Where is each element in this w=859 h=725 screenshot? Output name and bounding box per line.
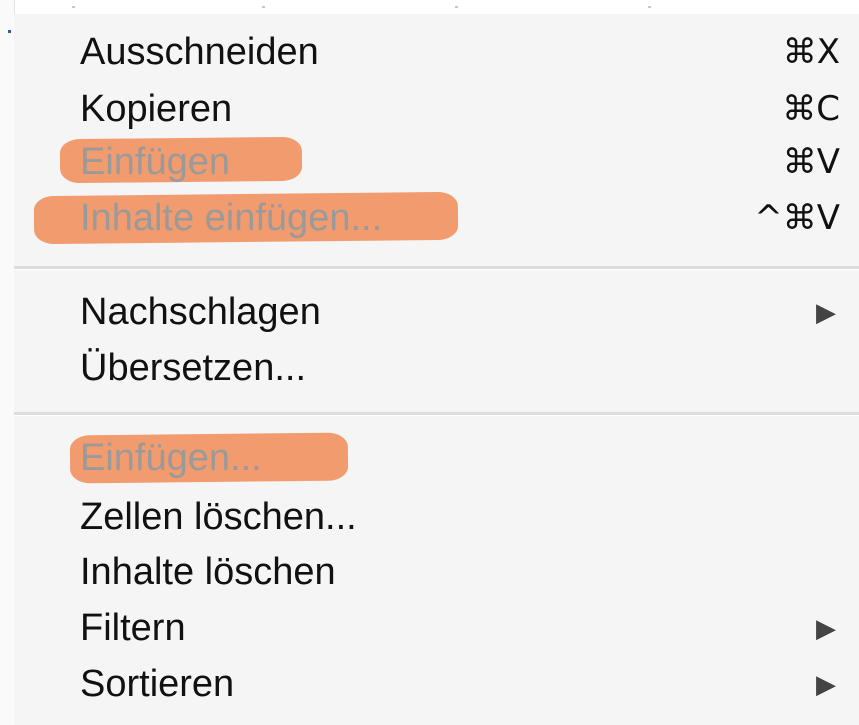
menu-item-label: Sortieren bbox=[80, 663, 235, 705]
menu-item-einfuegen-dialog[interactable]: Einfügen... bbox=[80, 430, 840, 486]
menu-item-inhalte-einfuegen[interactable]: Inhalte einfügen... ^⌘V bbox=[80, 190, 840, 246]
column-divider bbox=[648, 6, 651, 8]
spreadsheet-header-strip bbox=[0, 0, 859, 15]
menu-item-nachschlagen[interactable]: Nachschlagen ▶ bbox=[80, 284, 840, 340]
column-divider bbox=[262, 6, 265, 8]
menu-item-sortieren[interactable]: Sortieren ▶ bbox=[80, 656, 840, 712]
keyboard-shortcut: ^⌘V bbox=[754, 198, 840, 238]
menu-item-label: Inhalte einfügen... bbox=[80, 197, 383, 239]
spreadsheet-left-edge bbox=[0, 0, 15, 725]
menu-separator bbox=[14, 266, 859, 270]
keyboard-shortcut: ⌘C bbox=[782, 89, 840, 129]
menu-item-inhalte-loeschen[interactable]: Inhalte löschen bbox=[80, 544, 840, 600]
menu-item-kopieren[interactable]: Kopieren ⌘C bbox=[80, 81, 840, 137]
menu-item-label: Zellen löschen... bbox=[80, 496, 357, 538]
menu-item-ausschneiden[interactable]: Ausschneiden ⌘X bbox=[80, 24, 840, 80]
keyboard-shortcut: ⌘V bbox=[782, 142, 840, 182]
column-divider bbox=[72, 6, 75, 8]
cell-marker bbox=[8, 30, 11, 33]
menu-item-uebersetzen[interactable]: Übersetzen... bbox=[80, 340, 840, 396]
menu-separator bbox=[14, 412, 859, 416]
keyboard-shortcut: ⌘X bbox=[782, 32, 840, 72]
menu-item-label: Filtern bbox=[80, 607, 186, 649]
menu-item-label: Übersetzen... bbox=[80, 347, 306, 389]
menu-item-label: Einfügen... bbox=[80, 437, 262, 479]
column-divider bbox=[455, 6, 458, 8]
screenshot: Ausschneiden ⌘X Kopieren ⌘C Einfügen ⌘V … bbox=[0, 0, 859, 725]
menu-item-zellen-loeschen[interactable]: Zellen löschen... bbox=[80, 489, 840, 545]
submenu-arrow-icon: ▶ bbox=[816, 297, 836, 327]
context-menu: Ausschneiden ⌘X Kopieren ⌘C Einfügen ⌘V … bbox=[14, 14, 859, 725]
menu-item-einfuegen[interactable]: Einfügen ⌘V bbox=[80, 134, 840, 190]
menu-item-label: Nachschlagen bbox=[80, 291, 321, 333]
submenu-arrow-icon: ▶ bbox=[816, 613, 836, 643]
menu-item-filtern[interactable]: Filtern ▶ bbox=[80, 600, 840, 656]
menu-item-label: Kopieren bbox=[80, 88, 233, 130]
menu-item-label: Inhalte löschen bbox=[80, 551, 336, 593]
submenu-arrow-icon: ▶ bbox=[816, 669, 836, 699]
menu-item-label: Ausschneiden bbox=[80, 31, 319, 73]
menu-item-label: Einfügen bbox=[80, 141, 231, 183]
